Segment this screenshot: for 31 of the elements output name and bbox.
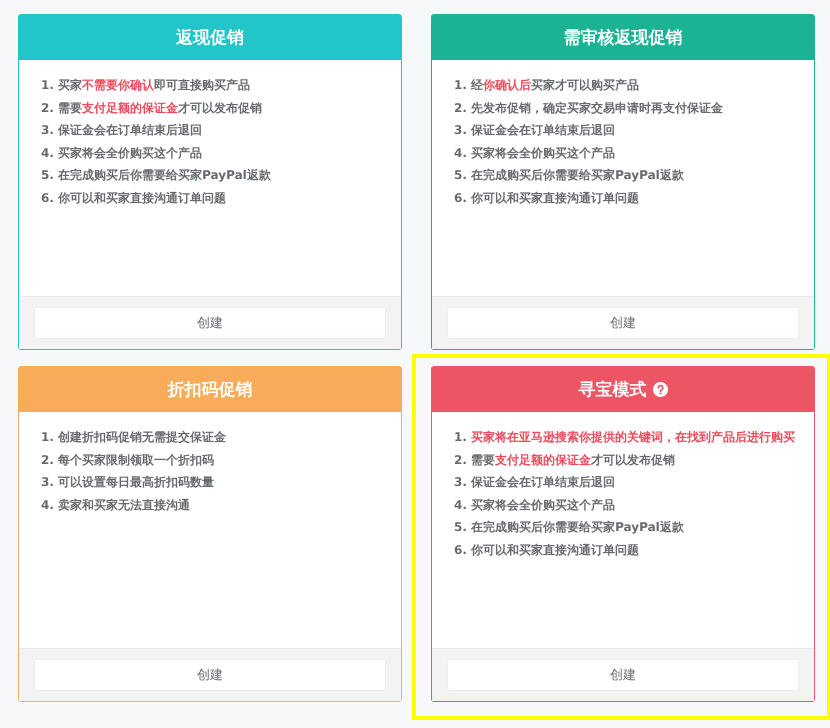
- rule-text: 2. 每个买家限制领取一个折扣码: [41, 452, 216, 468]
- rule-text: 3. 可以设置每日最高折扣码数量: [41, 474, 216, 491]
- create-button[interactable]: 创建: [34, 307, 386, 339]
- help-icon[interactable]: [652, 382, 668, 397]
- rule-text: 3. 保证金会在订单结束后退回: [454, 474, 616, 491]
- card-title: 需审核返现促销: [564, 27, 682, 49]
- create-button[interactable]: 创建: [447, 307, 799, 339]
- rule-text: 4. 买家将会全价购买这个产品: [41, 144, 204, 162]
- rule-text: 6. 你可以和买家直接沟通订单问题: [454, 542, 640, 558]
- rule-text: 5. 在完成购买后你需要给买家PayPal返款: [454, 167, 685, 184]
- card-title: 寻宝模式: [578, 379, 646, 401]
- create-button[interactable]: 创建: [447, 659, 799, 691]
- rule-text: 1. 经你确认后买家才可以购买产品: [454, 77, 640, 94]
- rule-text: 6. 你可以和买家直接沟通订单问题: [41, 190, 228, 206]
- rule-text: 3. 保证金会在订单结束后退回: [454, 122, 616, 139]
- rule-text: 1. 买家不需要你确认即可直接购买产品: [41, 77, 252, 94]
- card-title: 折扣码促销: [168, 379, 252, 401]
- create-button[interactable]: 创建: [34, 659, 386, 691]
- rule-text: 6. 你可以和买家直接沟通订单问题: [454, 190, 640, 206]
- rule-text: 2. 需要支付足额的保证金才可以发布促销: [454, 452, 676, 468]
- rule-text: 2. 先发布促销，确定买家交易申请时再支付保证金: [454, 100, 724, 116]
- card-title: 返现促销: [176, 27, 244, 49]
- rule-text: 3. 保证金会在订单结束后退回: [41, 122, 204, 139]
- rule-text: 4. 卖家和买家无法直接沟通: [41, 496, 192, 514]
- rule-text: 2. 需要支付足额的保证金才可以发布促销: [41, 100, 264, 116]
- rule-text: 5. 在完成购买后你需要给买家PayPal返款: [454, 519, 685, 536]
- rule-text: 4. 买家将会全价购买这个产品: [454, 144, 616, 162]
- rule-text: 1. 创建折扣码促销无需提交保证金: [41, 429, 228, 446]
- rule-text: 4. 买家将会全价购买这个产品: [454, 496, 616, 514]
- rule-text: 1. 买家将在亚马逊搜索你提供的关键词，在找到产品后进行购买: [454, 429, 796, 446]
- rule-text: 5. 在完成购买后你需要给买家PayPal返款: [41, 167, 272, 184]
